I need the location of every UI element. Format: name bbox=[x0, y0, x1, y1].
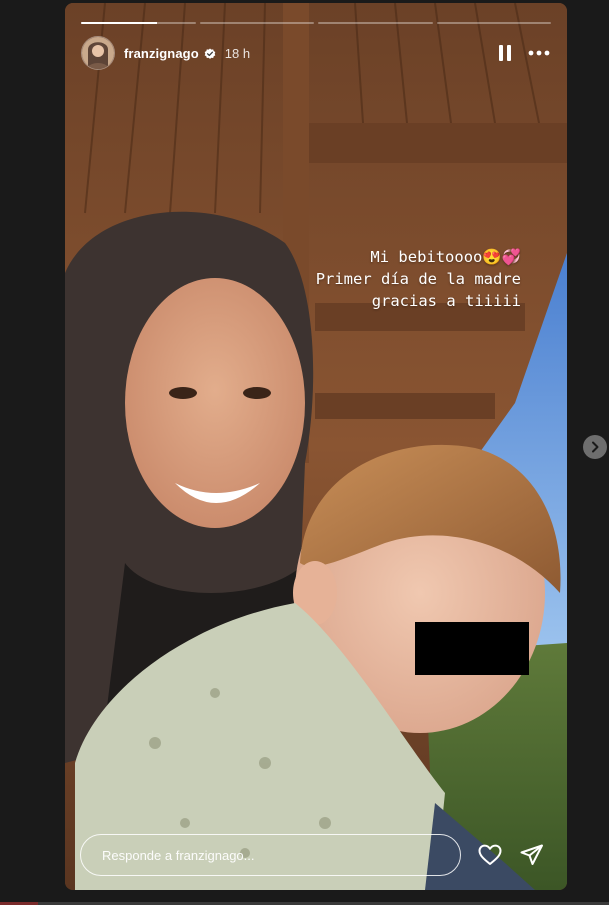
heart-icon bbox=[478, 844, 502, 865]
progress-fill bbox=[81, 22, 157, 24]
username[interactable]: franzignago bbox=[124, 46, 199, 61]
story-viewer: franzignago 18 h Mi bebitoooo😍💞 Primer d… bbox=[0, 0, 609, 905]
reply-placeholder: Responde a franzignago... bbox=[102, 847, 255, 863]
progress-segment bbox=[436, 22, 551, 24]
next-story-button[interactable] bbox=[583, 435, 607, 459]
timestamp: 18 h bbox=[224, 45, 251, 61]
chevron-right-icon bbox=[592, 441, 599, 453]
progress-segment bbox=[318, 22, 433, 24]
story-footer: Responde a franzignago... bbox=[80, 833, 547, 877]
more-options-icon bbox=[528, 50, 550, 56]
more-options-button[interactable] bbox=[525, 39, 553, 67]
send-icon bbox=[520, 844, 543, 865]
progress-segment bbox=[199, 22, 314, 24]
reply-input[interactable]: Responde a franzignago... bbox=[80, 834, 461, 876]
share-button[interactable] bbox=[517, 840, 547, 870]
story-caption: Mi bebitoooo😍💞 Primer día de la madre gr… bbox=[316, 246, 521, 312]
progress-segment bbox=[81, 22, 196, 24]
caption-line: gracias a tiiiii bbox=[371, 292, 521, 310]
pause-button[interactable] bbox=[491, 39, 519, 67]
caption-line: Primer día de la madre bbox=[315, 270, 521, 288]
pause-icon bbox=[499, 45, 511, 61]
story-progress bbox=[81, 22, 551, 24]
story-photo bbox=[65, 3, 567, 890]
story-header: franzignago 18 h bbox=[81, 36, 553, 70]
redaction-box bbox=[415, 622, 529, 675]
story-card[interactable]: franzignago 18 h Mi bebitoooo😍💞 Primer d… bbox=[65, 3, 567, 890]
caption-line: Mi bebitoooo😍💞 bbox=[370, 248, 521, 266]
like-button[interactable] bbox=[475, 840, 505, 870]
avatar[interactable] bbox=[81, 36, 115, 70]
verified-badge-icon bbox=[204, 47, 216, 59]
